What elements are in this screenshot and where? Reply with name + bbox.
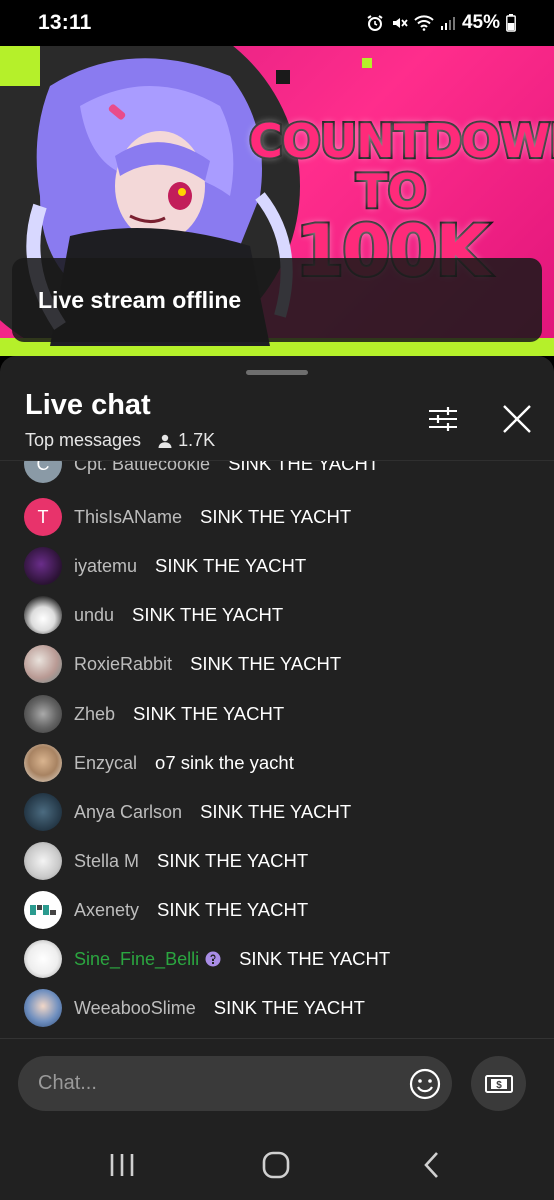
chat-input-container[interactable] <box>18 1056 452 1111</box>
battery-icon <box>506 14 516 32</box>
emoji-icon <box>409 1068 441 1100</box>
avatar-letter: C <box>36 461 50 474</box>
offline-banner: Live stream offline <box>12 258 542 342</box>
tune-icon <box>429 407 457 431</box>
message-text: SINK THE YACHT <box>228 461 380 474</box>
message-text: SINK THE YACHT <box>239 948 391 969</box>
home-button[interactable] <box>261 1150 291 1180</box>
wrench-icon <box>205 951 221 967</box>
chat-message: Sine_Fine_Belli SINK THE YACHT <box>24 940 390 978</box>
wifi-icon <box>414 15 434 31</box>
message-text: SINK THE YACHT <box>200 801 352 822</box>
person-icon <box>158 434 172 448</box>
message-author[interactable]: undu <box>74 605 114 626</box>
status-time: 13:11 <box>38 11 92 34</box>
signal-icon <box>440 17 455 30</box>
thumbnail-title-line1: COUNTDOWN <box>247 114 554 168</box>
avatar: C <box>24 461 62 483</box>
chat-message: Axenety SINK THE YACHT <box>24 891 308 929</box>
avatar <box>24 989 62 1027</box>
message-text: SINK THE YACHT <box>190 653 342 674</box>
chat-messages-list[interactable]: C Cpt. Battlecookie SINK THE YACHT T Thi… <box>0 461 554 1033</box>
avatar-letter: T <box>37 506 49 527</box>
message-text: SINK THE YACHT <box>200 506 352 527</box>
battery-percent: 45% <box>461 12 500 33</box>
message-text: SINK THE YACHT <box>133 703 285 724</box>
drag-handle[interactable] <box>246 370 308 375</box>
message-author[interactable]: Stella M <box>74 851 139 872</box>
avatar <box>24 547 62 585</box>
message-author[interactable]: Axenety <box>74 900 139 921</box>
thumbnail-green-square <box>362 58 372 68</box>
back-icon <box>424 1152 438 1178</box>
mute-icon <box>392 18 408 28</box>
avatar <box>24 596 62 634</box>
close-icon <box>503 405 531 433</box>
recent-apps-button[interactable] <box>107 1150 137 1180</box>
chat-message: T ThisIsAName SINK THE YACHT <box>24 498 351 536</box>
chat-message: Enzycal o7 sink the yacht <box>24 744 294 782</box>
filter-button[interactable] <box>426 402 460 436</box>
avatar <box>24 695 62 733</box>
avatar <box>24 645 62 683</box>
pixel-logo-icon <box>30 905 56 915</box>
chat-title: Live chat <box>25 389 151 421</box>
chat-message: C Cpt. Battlecookie SINK THE YACHT <box>24 461 379 483</box>
dollar-bill-icon: $ <box>484 1074 513 1093</box>
chat-message: Zheb SINK THE YACHT <box>24 695 284 733</box>
chat-input[interactable] <box>38 1072 378 1095</box>
message-text: SINK THE YACHT <box>157 850 309 871</box>
message-author[interactable]: Sine_Fine_Belli <box>74 949 199 970</box>
alarm-icon <box>367 15 383 31</box>
avatar <box>24 744 62 782</box>
message-author[interactable]: Enzycal <box>74 753 137 774</box>
status-icons: 45% <box>366 12 516 34</box>
message-author[interactable]: RoxieRabbit <box>74 654 172 675</box>
avatar <box>24 891 62 929</box>
chat-message: RoxieRabbit SINK THE YACHT <box>24 645 341 683</box>
message-author[interactable]: ThisIsAName <box>74 507 182 528</box>
avatar <box>24 793 62 831</box>
message-text: SINK THE YACHT <box>155 555 307 576</box>
chat-message: Stella M SINK THE YACHT <box>24 842 308 880</box>
message-text: o7 sink the yacht <box>155 752 294 773</box>
message-author[interactable]: Cpt. Battlecookie <box>74 461 210 475</box>
recent-apps-icon <box>110 1154 134 1176</box>
super-chat-button[interactable]: $ <box>471 1056 526 1111</box>
viewer-count: 1.7K <box>157 430 215 451</box>
thumbnail-title-line2: TO <box>354 164 428 218</box>
status-bar: 13:11 45% <box>0 0 554 46</box>
chat-mode-selector[interactable]: Top messages <box>25 430 141 451</box>
avatar <box>24 940 62 978</box>
message-author[interactable]: iyatemu <box>74 556 137 577</box>
home-icon <box>262 1151 290 1179</box>
back-button[interactable] <box>417 1150 447 1180</box>
chat-message: iyatemu SINK THE YACHT <box>24 547 306 585</box>
message-text: SINK THE YACHT <box>157 899 309 920</box>
avatar <box>24 842 62 880</box>
viewer-count-value: 1.7K <box>178 430 216 450</box>
input-divider <box>0 1038 554 1039</box>
live-chat-panel: Live chat Top messages 1.7K C Cpt. Battl… <box>0 356 554 1200</box>
avatar: T <box>24 498 62 536</box>
video-player[interactable]: COUNTDOWN TO 100K Live stream offline <box>0 46 554 356</box>
message-text: SINK THE YACHT <box>132 604 284 625</box>
message-author[interactable]: Anya Carlson <box>74 802 182 823</box>
offline-text: Live stream offline <box>38 286 242 313</box>
chat-message: undu SINK THE YACHT <box>24 596 283 634</box>
chat-message: WeeabooSlime SINK THE YACHT <box>24 989 365 1027</box>
emoji-button[interactable] <box>408 1067 442 1101</box>
chat-message: Anya Carlson SINK THE YACHT <box>24 793 351 831</box>
message-text: SINK THE YACHT <box>213 997 365 1018</box>
message-author[interactable]: WeeabooSlime <box>74 998 196 1019</box>
chat-subheader: Top messages 1.7K <box>25 430 215 451</box>
message-author[interactable]: Zheb <box>74 704 115 725</box>
system-nav-bar <box>0 1128 554 1200</box>
svg-text:$: $ <box>496 1080 502 1091</box>
close-chat-button[interactable] <box>500 402 534 436</box>
